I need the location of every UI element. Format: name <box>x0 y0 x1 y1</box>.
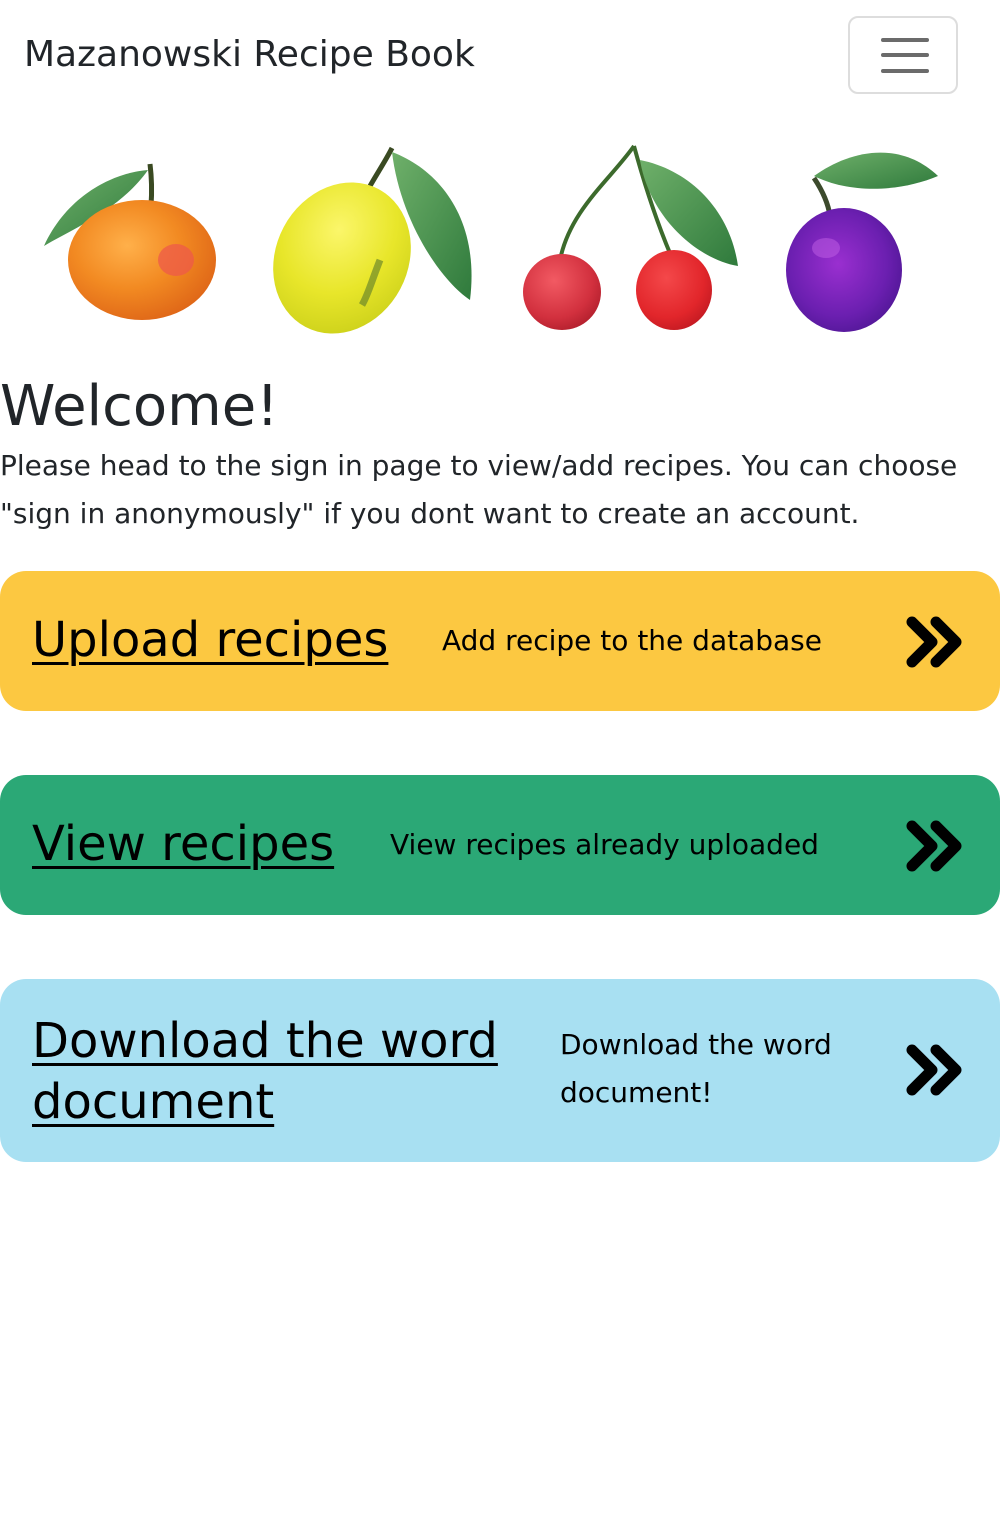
welcome-text: Please head to the sign in page to view/… <box>0 449 958 530</box>
navbar: Mazanowski Recipe Book <box>0 0 1000 112</box>
download-word-card[interactable]: Download the word document Download the … <box>0 979 1000 1162</box>
upload-recipes-card[interactable]: Upload recipes Add recipe to the databas… <box>0 571 1000 711</box>
orange-illustration <box>44 163 216 320</box>
double-chevron-right-icon[interactable] <box>906 1044 962 1096</box>
view-recipes-card[interactable]: View recipes View recipes already upload… <box>0 775 1000 915</box>
brand-link[interactable]: Mazanowski Recipe Book <box>24 30 475 80</box>
double-chevron-right-icon[interactable] <box>906 820 962 872</box>
cherries-illustration <box>523 144 738 330</box>
menu-toggle-button[interactable] <box>848 16 958 94</box>
download-word-description: Download the word document! <box>560 1028 832 1109</box>
lemon-illustration <box>273 146 472 334</box>
download-word-link[interactable]: Download the word document <box>32 1011 532 1133</box>
double-chevron-right-icon[interactable] <box>906 616 962 668</box>
upload-recipes-link[interactable]: Upload recipes <box>32 610 388 671</box>
plum-illustration <box>786 152 938 332</box>
welcome-heading: Welcome! <box>0 374 279 439</box>
upload-recipes-description: Add recipe to the database <box>442 624 822 657</box>
fruit-banner <box>44 144 938 334</box>
view-recipes-description: View recipes already uploaded <box>390 828 819 861</box>
view-recipes-link[interactable]: View recipes <box>32 814 334 875</box>
